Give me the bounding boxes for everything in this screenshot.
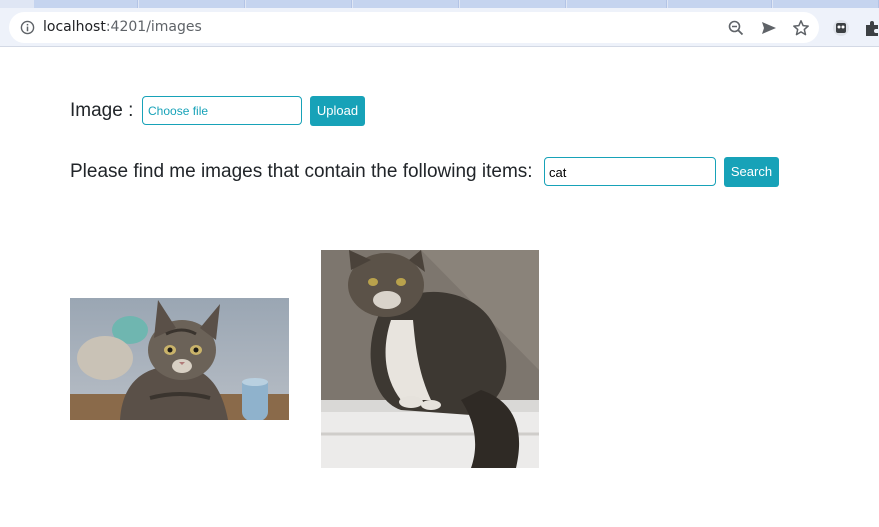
zoom-out-icon[interactable] <box>727 19 745 37</box>
kitten-image <box>70 298 289 420</box>
file-input[interactable]: Choose file <box>142 96 302 125</box>
upload-button[interactable]: Upload <box>310 96 365 126</box>
browser-toolbar: localhost:4201/images <box>0 8 879 47</box>
tab-strip <box>0 0 879 8</box>
url-text[interactable]: localhost:4201/images <box>43 19 202 36</box>
address-bar[interactable]: localhost:4201/images <box>9 12 819 43</box>
browser-tab[interactable] <box>567 0 667 8</box>
url-host: localhost <box>43 19 106 35</box>
send-icon[interactable] <box>760 19 778 37</box>
browser-tab[interactable] <box>668 0 772 8</box>
result-image-fluffy-cat[interactable] <box>321 250 539 468</box>
search-input[interactable]: cat <box>544 157 716 186</box>
browser-tab[interactable] <box>773 0 879 8</box>
browser-tab[interactable] <box>139 0 245 8</box>
url-path: :4201/images <box>105 19 202 35</box>
file-input-placeholder: Choose file <box>148 104 209 118</box>
search-button[interactable]: Search <box>724 157 779 187</box>
fluffy-cat-image <box>321 250 539 468</box>
browser-tab[interactable] <box>460 0 566 8</box>
browser-tab[interactable] <box>353 0 459 8</box>
profile-extension-icon[interactable] <box>831 18 851 38</box>
result-image-kitten[interactable] <box>70 298 289 420</box>
star-icon[interactable] <box>792 19 810 37</box>
search-input-value: cat <box>549 165 567 180</box>
info-icon[interactable] <box>20 20 35 35</box>
browser-tab[interactable] <box>246 0 352 8</box>
browser-tab[interactable] <box>34 0 138 8</box>
search-prompt: Please find me images that contain the f… <box>70 161 533 182</box>
puzzle-extensions-icon[interactable] <box>863 18 879 38</box>
image-label: Image : <box>70 100 134 121</box>
